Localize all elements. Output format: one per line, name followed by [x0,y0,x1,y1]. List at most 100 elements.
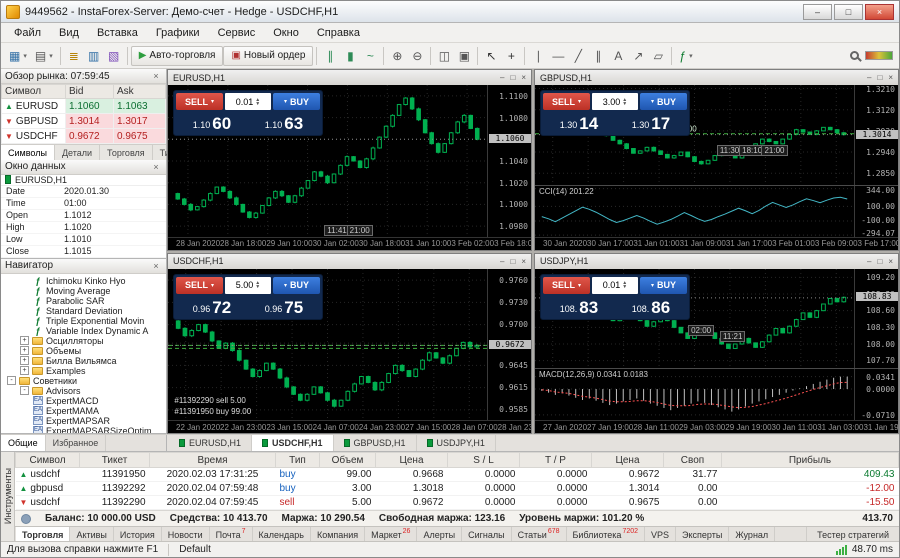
column-header[interactable]: Тикет [80,453,150,468]
terminal-tab[interactable]: Торговля [16,527,70,542]
collapse-icon[interactable]: - [7,376,16,385]
crosshair-button[interactable]: + [501,46,521,66]
sell-button[interactable]: SELL▾ [543,277,590,294]
minimize-chart-button[interactable]: – [500,73,504,82]
column-header[interactable]: Цена [592,453,664,468]
chart-tab[interactable]: EURUSD,H1 [169,435,252,451]
indicators-button[interactable]: ƒ▾ [675,46,696,66]
close-icon[interactable]: × [150,162,162,172]
spinner-icon[interactable]: ▲▼ [255,98,260,106]
new-order-button[interactable]: ▣Новый ордер [223,46,313,66]
chart-plot[interactable]: 1.11001.10801.10601.10401.10201.10001.09… [168,85,531,237]
chart-titlebar[interactable]: USDJPY,H1–□× [535,254,898,269]
chart-titlebar[interactable]: GBPUSD,H1–□× [535,70,898,85]
cascade-windows-button[interactable]: ▣ [454,46,474,66]
terminal-tab[interactable]: Статьи678 [512,527,567,542]
navigator-tab[interactable]: Общие [1,435,46,451]
market-watch-row[interactable]: ▲EURUSD1.10601.1063 [2,99,166,114]
terminal-tab[interactable]: Библиотека7202 [567,527,646,542]
market-watch-tab[interactable]: Торговля [100,145,153,160]
chart-tab[interactable]: USDCHF,H1 [252,435,334,451]
horizontal-line-button[interactable]: ― [548,46,568,66]
close-chart-button[interactable]: × [888,257,893,266]
tree-item[interactable]: -Советники [3,376,166,386]
tree-item[interactable]: ƒStandard Deviation [3,306,166,316]
chart-plot[interactable]: 109.20108.90108.60108.30108.00107.70108.… [535,269,898,369]
menu-item[interactable]: Вид [50,25,88,41]
spinner-icon[interactable]: ▲▼ [622,98,627,106]
column-header[interactable]: Прибыль [722,453,899,468]
minimize-chart-button[interactable]: – [867,73,871,82]
tree-item[interactable]: +Объемы [3,346,166,356]
zoom-in-button[interactable]: ⊕ [387,46,407,66]
tree-item[interactable]: +Билла Вильямса [3,356,166,366]
terminal-tab[interactable]: Маркет26 [365,527,417,542]
minimize-chart-button[interactable]: – [867,257,871,266]
close-button[interactable]: × [865,4,894,20]
tree-item[interactable]: ƒParabolic SAR [3,296,166,306]
data-window-toggle[interactable]: ▥ [84,46,104,66]
market-watch-toggle[interactable]: ≣ [64,46,84,66]
sell-button[interactable]: SELL▾ [543,93,590,110]
minimize-button[interactable]: – [803,4,832,20]
tree-item[interactable]: ƒMoving Average [3,286,166,296]
lot-input[interactable]: 3.00▲▼ [592,93,638,110]
cursor-button[interactable]: ↖ [481,46,501,66]
spinner-icon[interactable]: ▲▼ [255,281,260,289]
spinner-icon[interactable]: ▲▼ [622,281,627,289]
chart-plot[interactable]: 0.97600.97300.97000.96750.96450.96150.95… [168,269,531,421]
tree-item[interactable]: EAExpertMACD [3,396,166,406]
menu-item[interactable]: Справка [308,25,369,41]
restore-chart-button[interactable]: □ [510,257,515,266]
candles-chart-button[interactable]: ▮ [340,46,360,66]
zoom-out-button[interactable]: ⊖ [407,46,427,66]
column-header[interactable]: Время [150,453,276,468]
navigator-toggle[interactable]: ▧ [104,46,124,66]
sell-button[interactable]: SELL▾ [176,93,223,110]
expand-icon[interactable]: + [20,366,29,375]
column-header[interactable]: Символ [16,453,80,468]
new-chart-button[interactable]: ▦▾ [5,46,31,66]
lot-input[interactable]: 0.01▲▼ [225,93,271,110]
navigator-tab[interactable]: Избранное [46,435,107,451]
tree-item[interactable]: EAExpertMAMA [3,406,166,416]
arrow-tool-button[interactable]: ↗ [628,46,648,66]
terminal-tab[interactable]: Алерты [417,527,462,542]
column-header[interactable]: Ask [114,85,166,99]
market-watch-row[interactable]: ▼GBPUSD1.30141.3017 [2,114,166,129]
menu-item[interactable]: Окно [264,25,308,41]
tile-windows-button[interactable]: ◫ [434,46,454,66]
expand-icon[interactable]: + [20,336,29,345]
strategy-tester-tab[interactable]: Тестер стратегий [806,527,899,542]
maximize-button[interactable]: □ [834,4,863,20]
lot-input[interactable]: 0.01▲▼ [592,277,638,294]
chart-titlebar[interactable]: EURUSD,H1–□× [168,70,531,85]
bars-chart-button[interactable]: ∥ [320,46,340,66]
buy-button[interactable]: ▾BUY [273,277,320,294]
buy-button[interactable]: ▾BUY [640,93,687,110]
terminal-tab[interactable]: Календарь [253,527,311,542]
expand-icon[interactable]: + [20,346,29,355]
trendline-button[interactable]: ╱ [568,46,588,66]
restore-chart-button[interactable]: □ [877,257,882,266]
search-icon[interactable] [850,51,859,60]
tools-vertical-tab[interactable]: Инструменты [1,452,15,541]
restore-chart-button[interactable]: □ [510,73,515,82]
expand-icon[interactable]: + [20,356,29,365]
profiles-button[interactable]: ▤▾ [31,46,57,66]
menu-item[interactable]: Сервис [209,25,265,41]
minimize-chart-button[interactable]: – [500,257,504,266]
terminal-tab[interactable]: Новости [162,527,210,542]
close-chart-button[interactable]: × [888,73,893,82]
tree-item[interactable]: EAExpertMAPSARSizeOptim [3,426,166,433]
market-watch-tab[interactable]: Детали [55,145,100,160]
terminal-tab[interactable]: Компания [311,527,365,542]
terminal-tab[interactable]: Почта7 [210,527,253,542]
menu-item[interactable]: Вставка [88,25,147,41]
market-watch-tab[interactable]: Символы [1,145,55,160]
column-header[interactable]: Bid [66,85,114,99]
close-icon[interactable]: × [150,261,162,271]
text-button[interactable]: A [608,46,628,66]
line-chart-button[interactable]: ~ [360,46,380,66]
collapse-icon[interactable]: - [20,386,29,395]
